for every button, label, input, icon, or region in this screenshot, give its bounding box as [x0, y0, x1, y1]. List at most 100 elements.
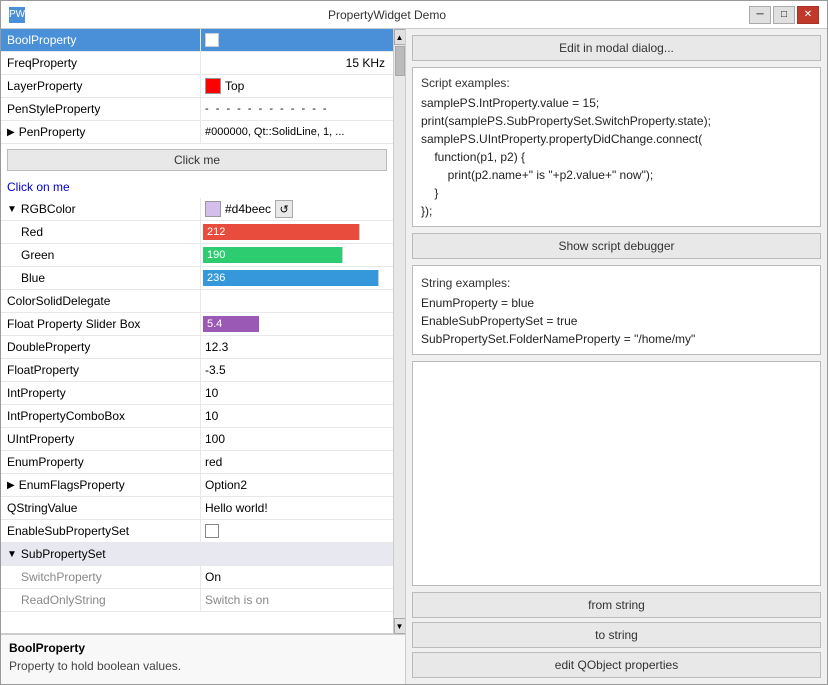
layer-text: Top — [225, 79, 244, 93]
bottom-buttons: from string to string edit QObject prope… — [412, 592, 821, 678]
show-debugger-button[interactable]: Show script debugger — [412, 233, 821, 259]
prop-value-freq: 15 KHz — [201, 52, 393, 74]
scroll-down-button[interactable]: ▼ — [394, 618, 406, 634]
bool-checkbox[interactable] — [205, 33, 219, 47]
string-line-1: EnumProperty = blue — [421, 294, 812, 312]
string-examples-area: String examples: EnumProperty = blue Ena… — [412, 265, 821, 355]
prop-value-subprop — [201, 543, 393, 565]
prop-name-layer: LayerProperty — [1, 75, 201, 97]
string-label: String examples: — [421, 274, 812, 292]
click-on-me-link[interactable]: Click on me — [1, 176, 393, 198]
prop-value-enumflags: Option2 — [201, 474, 393, 496]
scroll-up-button[interactable]: ▲ — [394, 29, 406, 45]
edit-qobj-button[interactable]: edit QObject properties — [412, 652, 821, 678]
table-row[interactable]: UIntProperty 100 — [1, 428, 393, 451]
refresh-button[interactable]: ↺ — [275, 200, 293, 218]
table-row[interactable]: EnumProperty red — [1, 451, 393, 474]
prop-name-penstyle: PenStyleProperty — [1, 98, 201, 120]
prop-value-intcombo: 10 — [201, 405, 393, 427]
table-row[interactable]: Blue 236 — [1, 267, 393, 290]
minimize-button[interactable]: ─ — [749, 6, 771, 24]
empty-text-area[interactable] — [412, 361, 821, 586]
prop-name-double: DoubleProperty — [1, 336, 201, 358]
table-row[interactable]: FloatProperty -3.5 — [1, 359, 393, 382]
table-row[interactable]: QStringValue Hello world! — [1, 497, 393, 520]
prop-value-qstring: Hello world! — [201, 497, 393, 519]
prop-name-enablesub: EnableSubPropertySet — [1, 520, 201, 542]
prop-name-intcombo: IntPropertyComboBox — [1, 405, 201, 427]
prop-name-blue: Blue — [1, 267, 201, 289]
prop-value-blue: 236 — [201, 267, 393, 289]
table-row[interactable]: ▶PenProperty #000000, Qt::SolidLine, 1, … — [1, 121, 393, 144]
prop-name-green: Green — [1, 244, 201, 266]
table-row[interactable]: EnableSubPropertySet — [1, 520, 393, 543]
scroll-track — [394, 45, 406, 618]
scrollbar: ▲ ▼ — [393, 29, 405, 634]
right-panel: Edit in modal dialog... Script examples:… — [406, 29, 827, 684]
table-row[interactable]: ▶EnumFlagsProperty Option2 — [1, 474, 393, 497]
script-line-3: samplePS.UIntProperty.propertyDidChange.… — [421, 130, 812, 148]
prop-name-bool: BoolProperty — [1, 29, 201, 51]
click-me-button[interactable]: Click me — [7, 149, 387, 171]
script-line-2: print(samplePS.SubPropertySet.SwitchProp… — [421, 112, 812, 130]
script-line-4: function(p1, p2) { — [421, 148, 812, 166]
script-line-6: } — [421, 184, 812, 202]
prop-value-enablesub — [201, 520, 393, 542]
table-row[interactable]: Red 212 — [1, 221, 393, 244]
table-row[interactable]: ReadOnlyString Switch is on — [1, 589, 393, 612]
prop-value-double: 12.3 — [201, 336, 393, 358]
layer-color-swatch — [205, 78, 221, 94]
prop-name-red: Red — [1, 221, 201, 243]
prop-value-penstyle: - - - - - - - - - - - - — [201, 98, 393, 120]
to-string-button[interactable]: to string — [412, 622, 821, 648]
table-row[interactable]: DoubleProperty 12.3 — [1, 336, 393, 359]
close-button[interactable]: ✕ — [797, 6, 819, 24]
table-row[interactable]: IntProperty 10 — [1, 382, 393, 405]
table-row[interactable]: LayerProperty Top — [1, 75, 393, 98]
prop-value-bool — [201, 29, 393, 51]
enablesub-checkbox[interactable] — [205, 524, 219, 538]
table-row[interactable]: ColorSolidDelegate — [1, 290, 393, 313]
prop-name-float-slider: Float Property Slider Box — [1, 313, 201, 335]
prop-value-readonly: Switch is on — [201, 589, 393, 611]
prop-desc-text: Property to hold boolean values. — [9, 659, 397, 673]
prop-name-enumflags: ▶EnumFlagsProperty — [1, 474, 201, 496]
string-line-2: EnableSubPropertySet = true — [421, 312, 812, 330]
string-line-3: SubPropertySet.FolderNameProperty = "/ho… — [421, 330, 812, 348]
prop-name-int: IntProperty — [1, 382, 201, 404]
prop-name-colorsolid: ColorSolidDelegate — [1, 290, 201, 312]
table-row[interactable]: Float Property Slider Box 5.4 — [1, 313, 393, 336]
script-examples-area: Script examples: samplePS.IntProperty.va… — [412, 67, 821, 227]
table-row[interactable]: Green 190 — [1, 244, 393, 267]
left-panel: BoolProperty FreqProperty 15 KHz LayerPr… — [1, 29, 406, 684]
main-content: BoolProperty FreqProperty 15 KHz LayerPr… — [1, 29, 827, 684]
table-row[interactable]: ▼SubPropertySet — [1, 543, 393, 566]
dash-pattern: - - - - - - - - - - - - — [205, 103, 329, 115]
table-row[interactable]: ▼RGBColor #d4beec ↺ — [1, 198, 393, 221]
prop-value-rgb: #d4beec ↺ — [201, 198, 393, 220]
table-row[interactable]: BoolProperty — [1, 29, 393, 52]
table-row[interactable]: FreqProperty 15 KHz — [1, 52, 393, 75]
prop-value-float: -3.5 — [201, 359, 393, 381]
prop-value-green: 190 — [201, 244, 393, 266]
table-row[interactable]: SwitchProperty On — [1, 566, 393, 589]
table-row[interactable]: IntPropertyComboBox 10 — [1, 405, 393, 428]
prop-desc-title: BoolProperty — [9, 641, 397, 655]
window-title: PropertyWidget Demo — [25, 8, 749, 22]
prop-name-pen: ▶PenProperty — [1, 121, 201, 143]
edit-modal-button[interactable]: Edit in modal dialog... — [412, 35, 821, 61]
script-line-5: print(p2.name+" is "+p2.value+" now"); — [421, 166, 812, 184]
click-me-container: Click me — [1, 144, 393, 176]
rgb-hex: #d4beec — [225, 202, 271, 216]
restore-button[interactable]: □ — [773, 6, 795, 24]
prop-name-enum: EnumProperty — [1, 451, 201, 473]
table-row[interactable]: PenStyleProperty - - - - - - - - - - - - — [1, 98, 393, 121]
prop-name-subprop: ▼SubPropertySet — [1, 543, 201, 565]
from-string-button[interactable]: from string — [412, 592, 821, 618]
prop-value-uint: 100 — [201, 428, 393, 450]
prop-name-qstring: QStringValue — [1, 497, 201, 519]
scroll-thumb[interactable] — [395, 46, 405, 76]
expand-icon: ▶ — [7, 127, 15, 138]
expand-sub-icon: ▼ — [7, 549, 17, 560]
prop-name-rgb: ▼RGBColor — [1, 198, 201, 220]
